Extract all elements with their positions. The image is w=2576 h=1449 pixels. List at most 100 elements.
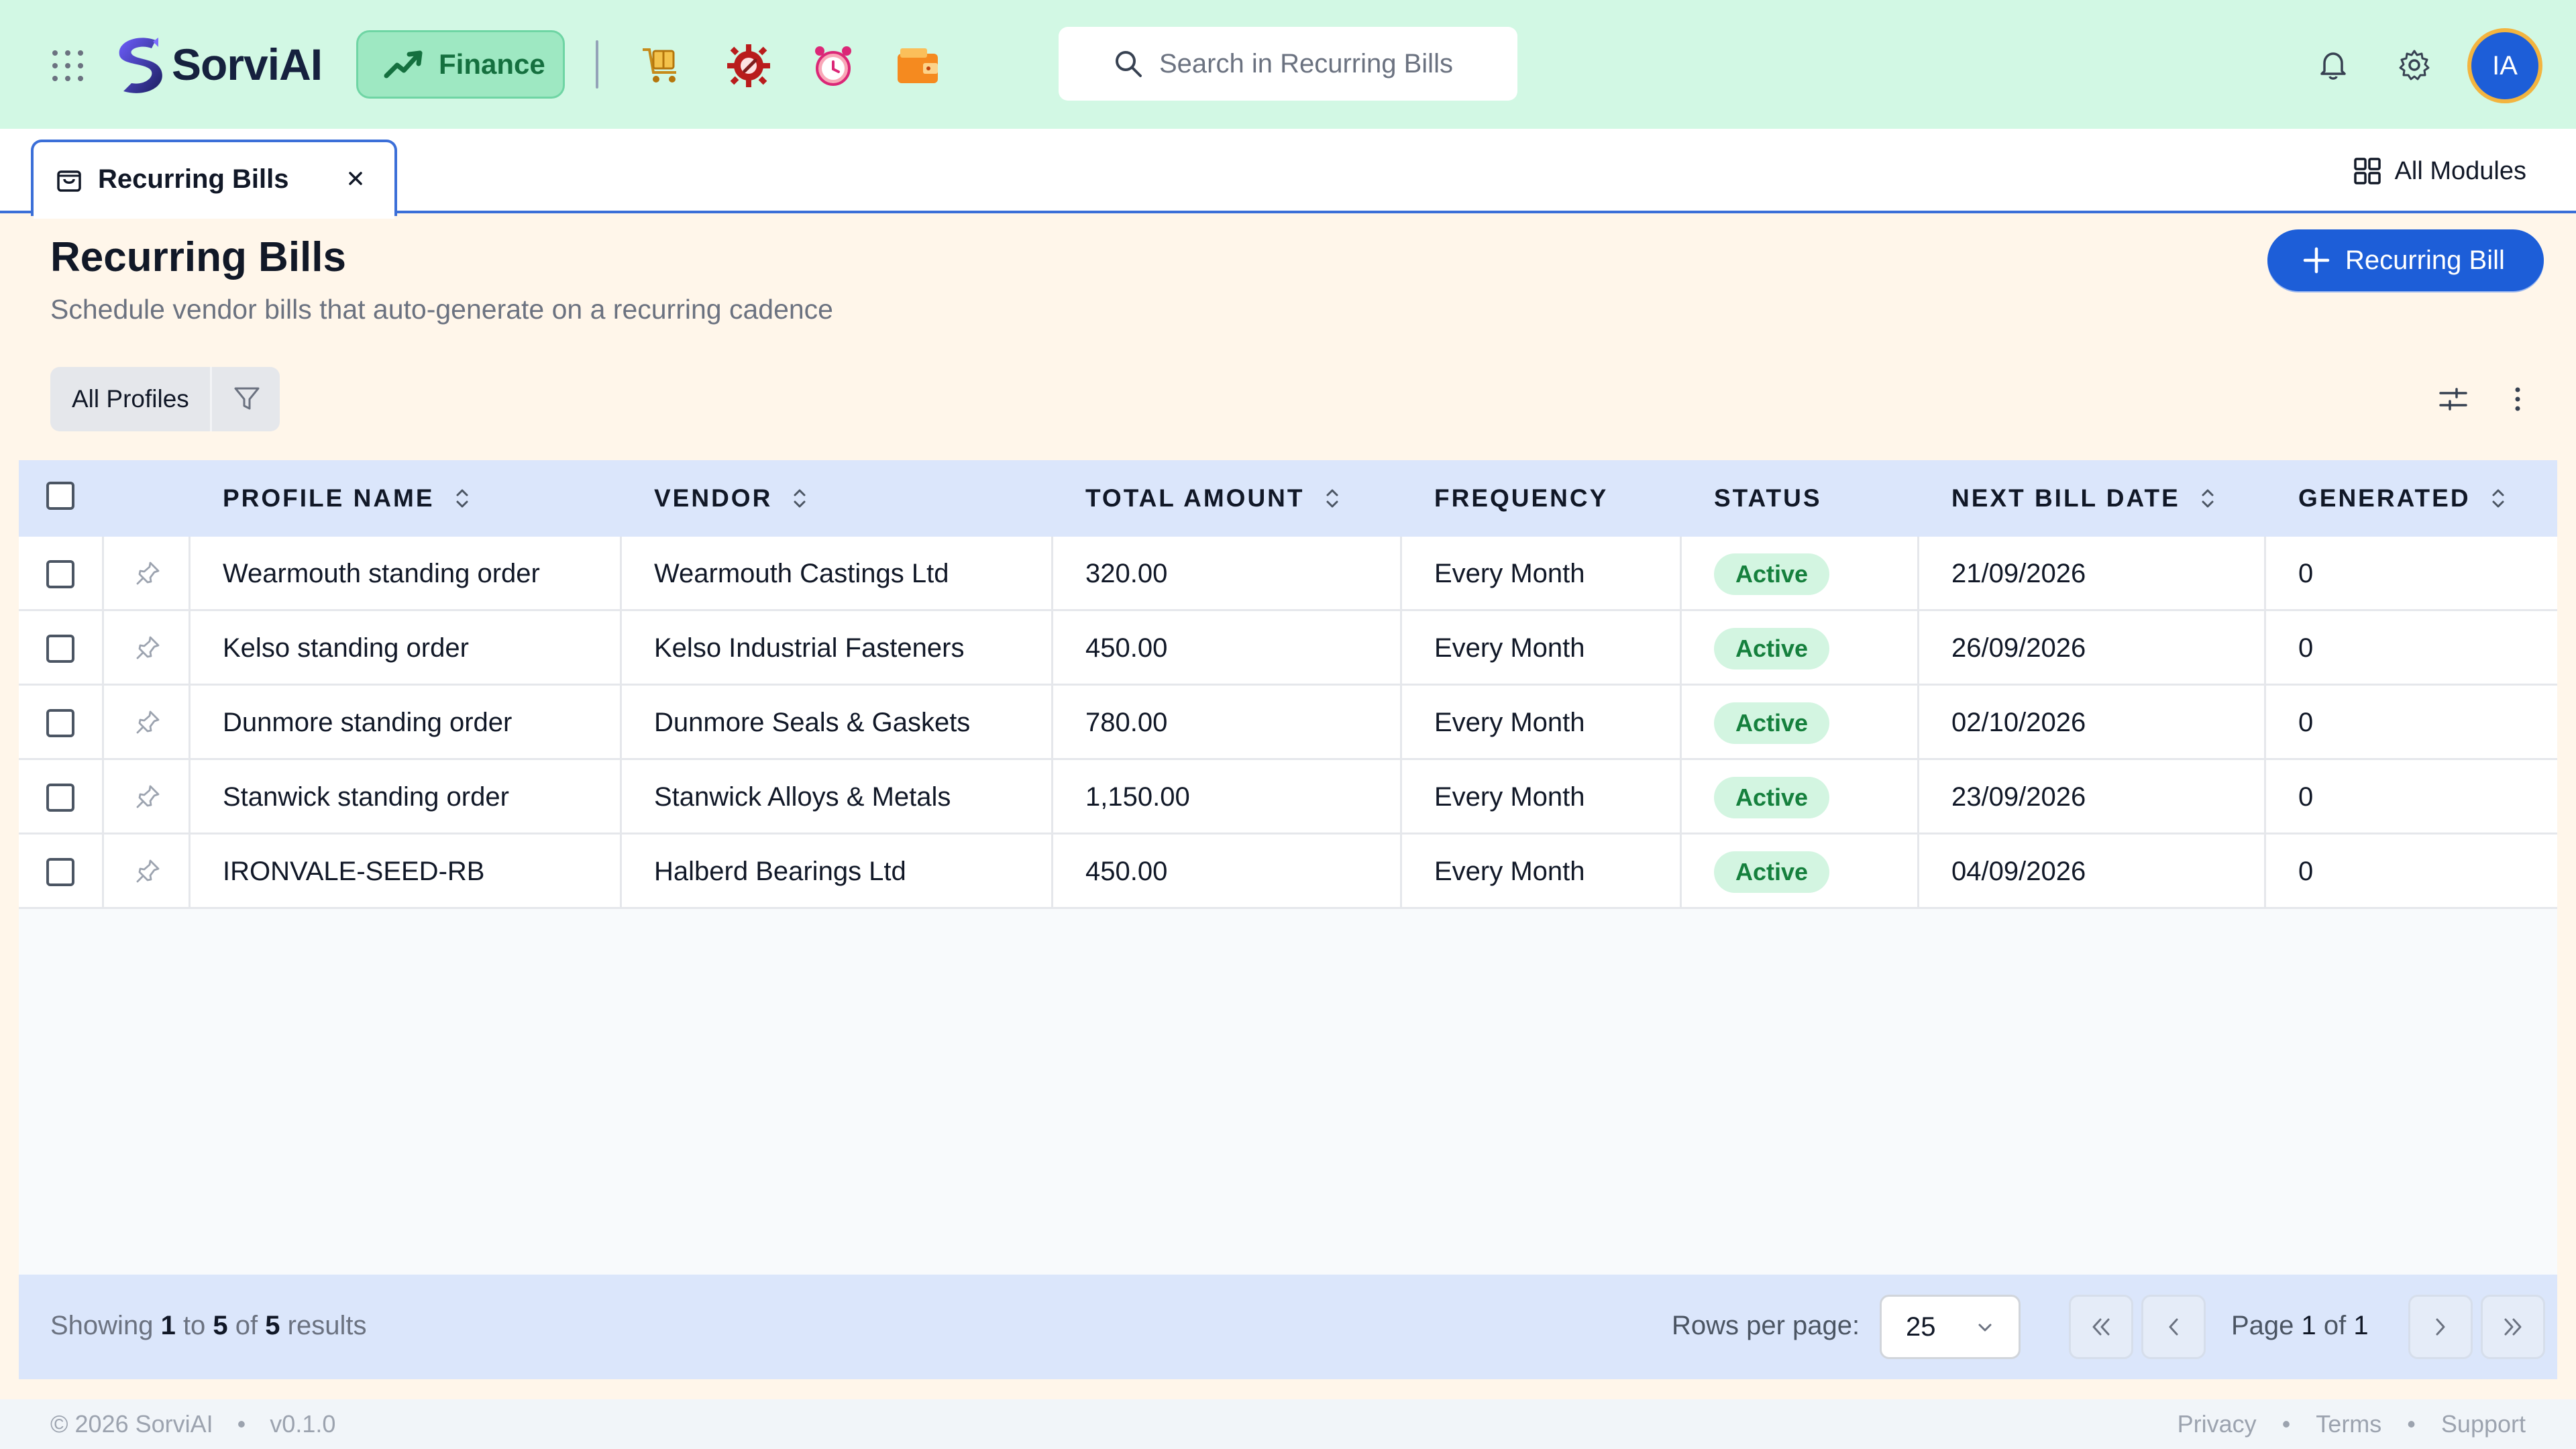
generated-cell: 0 [2298,857,2314,886]
pin-icon[interactable] [133,857,162,886]
column-divider [2264,537,2266,909]
pagination-bar: Showing 1 to 5 of 5 results Rows per pag… [19,1275,2557,1379]
row-checkbox[interactable] [46,858,74,886]
next-page-button[interactable] [2408,1295,2473,1359]
row-checkbox[interactable] [46,560,74,588]
next-bill-date-cell: 21/09/2026 [1951,559,2086,588]
row-checkbox[interactable] [46,709,74,737]
profile-name-cell[interactable]: Kelso standing order [223,611,469,686]
sort-icon[interactable] [452,484,472,513]
frequency-cell: Every Month [1434,782,1585,812]
pin-icon[interactable] [133,782,162,812]
maintenance-gear-icon[interactable] [724,42,773,90]
pin-icon[interactable] [133,708,162,737]
page-footer: © 2026 SorviAI • v0.1.0 Privacy • Terms … [0,1399,2576,1449]
select-all-checkbox[interactable] [46,482,74,510]
column-label: PROFILE NAME [223,484,435,512]
close-icon[interactable] [342,165,369,192]
column-header-generated[interactable]: GENERATED [2298,460,2508,537]
footer-dot: • [237,1410,246,1438]
column-settings-sliders-icon[interactable] [2436,382,2470,416]
shopping-bag-icon [57,170,81,192]
profile-name-cell[interactable]: Stanwick standing order [223,760,509,835]
app-version: v0.1.0 [270,1410,336,1438]
table-row[interactable]: Stanwick standing order Stanwick Alloys … [19,760,2557,835]
frequency-cell: Every Month [1434,559,1585,588]
status-badge: Active [1714,627,1830,669]
column-header-status: STATUS [1714,460,1822,537]
summary-total: 5 [265,1311,280,1340]
tab-underline-cover [34,213,394,219]
recurring-bills-table: PROFILE NAME VENDOR TOTAL AMOUNT FREQUEN… [19,460,2557,1379]
column-header-total-amount[interactable]: TOTAL AMOUNT [1085,460,1342,537]
sort-icon[interactable] [1322,484,1342,513]
notifications-bell-icon[interactable] [2315,47,2351,83]
next-bill-date-cell: 26/09/2026 [1951,633,2086,663]
table-row[interactable]: Wearmouth standing order Wearmouth Casti… [19,537,2557,611]
tab-label: Recurring Bills [98,164,289,194]
column-label: TOTAL AMOUNT [1085,484,1305,512]
filter-divider [210,367,212,431]
profile-name-cell[interactable]: Dunmore standing order [223,686,512,760]
alarm-clock-icon[interactable] [809,42,857,90]
settings-gear-icon[interactable] [2396,47,2432,83]
profile-name-cell[interactable]: Wearmouth standing order [223,537,540,611]
column-header-profile-name[interactable]: PROFILE NAME [223,460,472,537]
search-placeholder: Search in Recurring Bills [1159,48,1453,78]
rows-per-page-label: Rows per page: [1672,1311,1860,1340]
column-label: NEXT BILL DATE [1951,484,2180,512]
all-modules-button[interactable]: All Modules [2352,156,2526,186]
rows-per-page-select[interactable]: 25 [1880,1295,2021,1359]
generated-cell: 0 [2298,559,2314,588]
column-divider [1400,537,1402,909]
sort-icon[interactable] [2198,484,2218,513]
table-row[interactable]: Kelso standing order Kelso Industrial Fa… [19,611,2557,686]
plus-icon [2303,247,2330,274]
filter-funnel-icon[interactable] [231,383,262,414]
apps-grid-icon[interactable] [52,50,83,81]
table-row[interactable]: Dunmore standing order Dunmore Seals & G… [19,686,2557,760]
support-link[interactable]: Support [2441,1410,2526,1438]
tab-recurring-bills[interactable]: Recurring Bills [31,140,397,219]
divider [596,40,598,89]
last-page-button[interactable] [2481,1295,2545,1359]
table-row[interactable]: IRONVALE-SEED-RB Halberd Bearings Ltd 45… [19,835,2557,909]
amount-cell: 320.00 [1085,559,1168,588]
inventory-cart-icon[interactable] [639,42,687,90]
row-checkbox[interactable] [46,784,74,812]
pin-icon[interactable] [133,633,162,663]
previous-page-button[interactable] [2141,1295,2206,1359]
sort-icon[interactable] [790,484,810,513]
next-bill-date-cell: 04/09/2026 [1951,857,2086,886]
first-page-button[interactable] [2069,1295,2133,1359]
table-header: PROFILE NAME VENDOR TOTAL AMOUNT FREQUEN… [19,460,2557,537]
add-recurring-bill-label: Recurring Bill [2345,245,2505,275]
more-options-icon[interactable] [2501,382,2534,416]
column-divider [1680,537,1682,909]
page-indicator: Page 1 of 1 [2231,1311,2369,1341]
column-label: FREQUENCY [1434,484,1609,512]
add-recurring-bill-button[interactable]: Recurring Bill [2267,229,2544,291]
pin-icon[interactable] [133,559,162,588]
finance-module-button[interactable]: Finance [356,30,565,99]
profile-name-cell[interactable]: IRONVALE-SEED-RB [223,835,484,909]
status-cell: Active [1714,686,1830,760]
terms-link[interactable]: Terms [2316,1410,2381,1438]
row-checkbox[interactable] [46,635,74,663]
privacy-link[interactable]: Privacy [2178,1410,2257,1438]
user-avatar[interactable]: IA [2467,28,2542,103]
vendor-cell: Wearmouth Castings Ltd [654,559,949,588]
filter-view-select[interactable]: All Profiles [72,385,189,413]
status-badge: Active [1714,851,1830,893]
app-logo[interactable]: SorviAI [111,35,323,94]
wallet-icon[interactable] [894,42,942,90]
column-header-vendor[interactable]: VENDOR [654,460,810,537]
chevrons-left-icon [2092,1318,2110,1336]
active-module-label: Finance [439,48,545,80]
summary-prefix: Showing [50,1311,154,1340]
column-header-next-bill-date[interactable]: NEXT BILL DATE [1951,460,2218,537]
sort-icon[interactable] [2488,484,2508,513]
rows-per-page-value: 25 [1906,1311,1936,1342]
footer-links: Privacy • Terms • Support [2178,1410,2526,1438]
global-search[interactable]: Search in Recurring Bills [1059,27,1517,101]
